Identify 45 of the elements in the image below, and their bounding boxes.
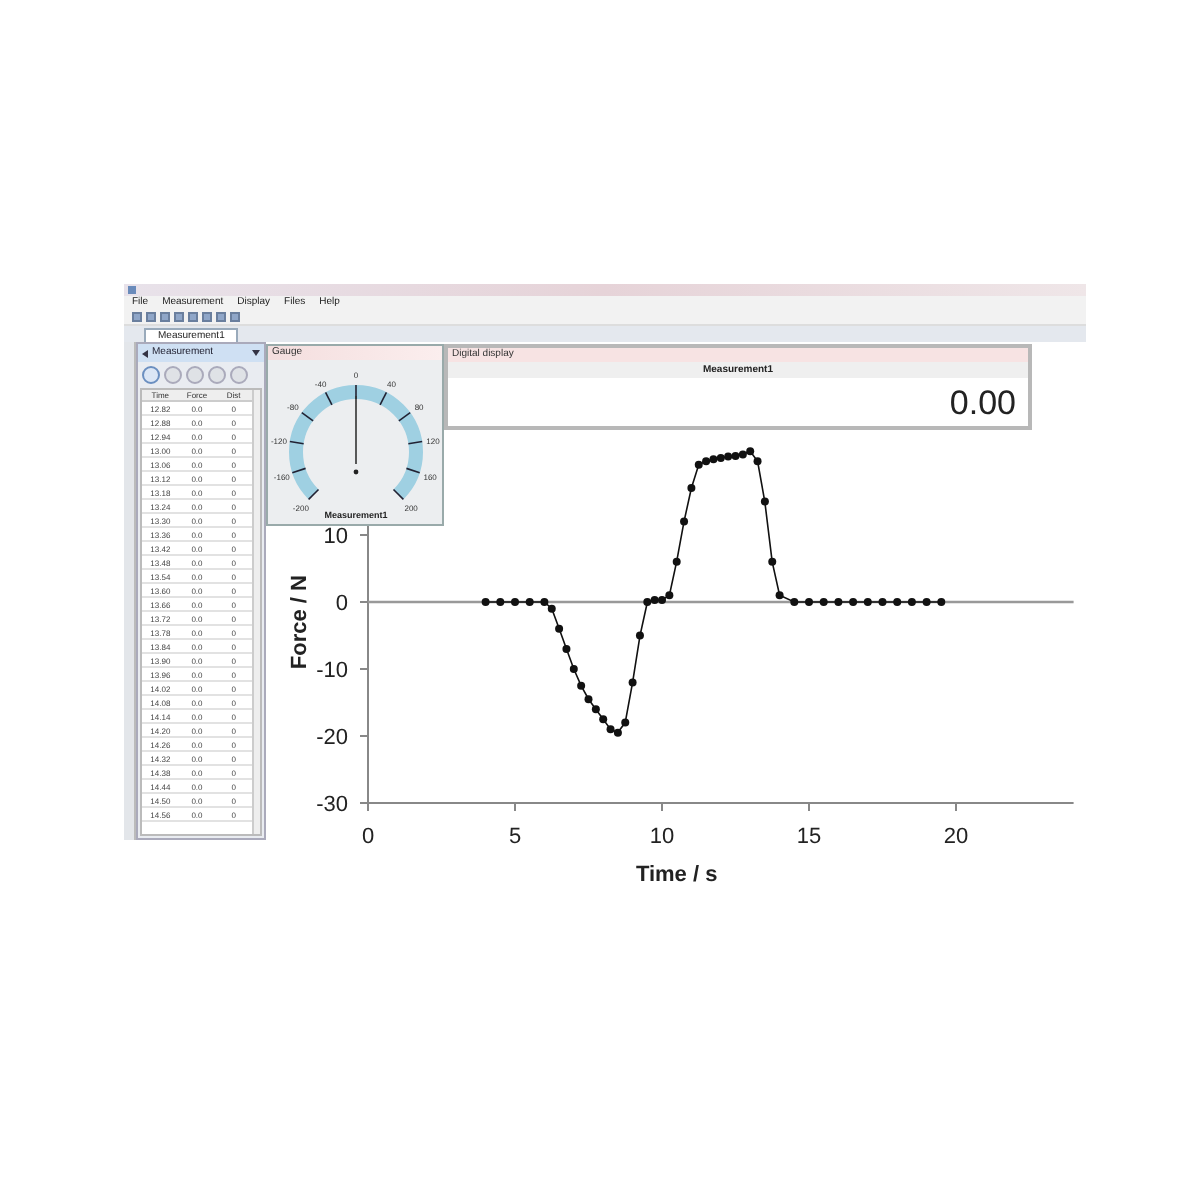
data-point xyxy=(481,598,490,606)
data-point xyxy=(577,681,586,690)
digital-value: 0.00 xyxy=(949,385,1016,419)
dropdown-icon[interactable] xyxy=(252,350,260,356)
data-point xyxy=(760,497,769,506)
x-tick-label: 10 xyxy=(649,825,675,849)
y-tick-label: -10 xyxy=(316,659,348,683)
data-point xyxy=(635,631,644,640)
data-point xyxy=(805,598,813,606)
y-tick-label: -20 xyxy=(316,726,348,750)
data-point xyxy=(569,665,578,673)
back-icon[interactable] xyxy=(142,349,148,357)
data-point xyxy=(863,598,872,606)
data-point xyxy=(511,598,519,606)
x-tick-label: 0 xyxy=(361,825,375,849)
data-point xyxy=(775,591,784,600)
gauge-dial-drawing xyxy=(289,384,423,501)
data-point xyxy=(768,557,777,566)
data-point xyxy=(937,598,946,606)
data-point xyxy=(672,557,681,566)
app-icon xyxy=(128,286,136,294)
data-point xyxy=(834,598,843,606)
data-point xyxy=(628,678,637,687)
data-point xyxy=(555,624,564,633)
data-point xyxy=(525,598,534,606)
x-tick-label: 5 xyxy=(508,825,522,849)
data-point xyxy=(680,517,689,526)
y-axis-title: Force / N xyxy=(288,575,312,670)
x-tick-label: 20 xyxy=(943,825,969,849)
data-point xyxy=(562,644,571,653)
x-axis-title: Time / s xyxy=(635,863,718,887)
data-point xyxy=(849,598,858,606)
play-icon[interactable] xyxy=(142,366,160,384)
x-tick-label: 15 xyxy=(796,825,822,849)
data-point xyxy=(687,484,696,493)
data-point xyxy=(893,598,902,606)
data-point xyxy=(922,598,931,606)
data-point xyxy=(496,598,505,606)
data-point xyxy=(819,598,828,606)
data-point xyxy=(790,598,799,606)
y-tick-label: 0 xyxy=(335,592,348,616)
data-point xyxy=(878,598,887,606)
y-tick-label: -30 xyxy=(316,793,348,817)
data-point xyxy=(907,598,916,606)
y-tick-label: 10 xyxy=(323,525,348,549)
